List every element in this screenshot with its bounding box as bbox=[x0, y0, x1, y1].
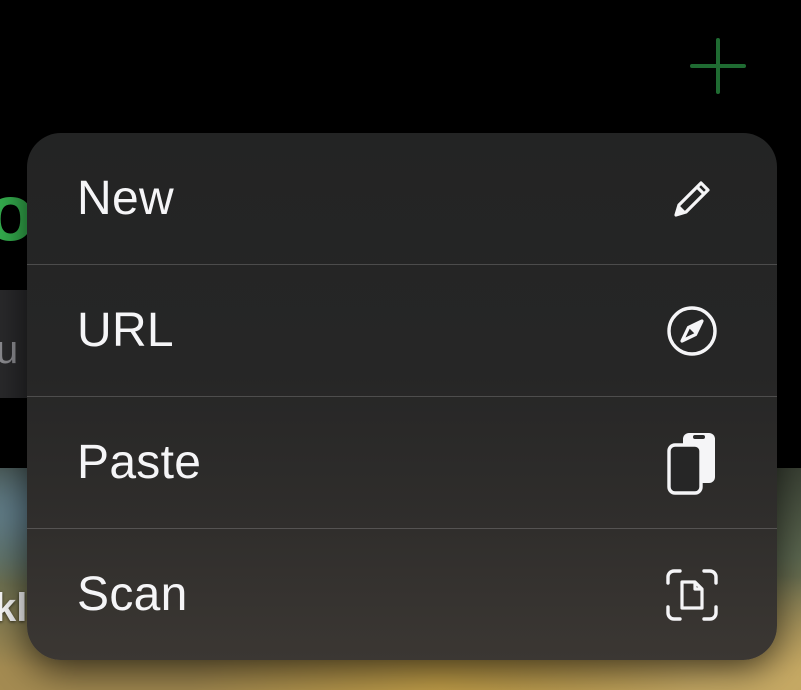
menu-item-scan[interactable]: Scan bbox=[27, 529, 777, 660]
compass-icon bbox=[665, 299, 719, 363]
menu-item-new[interactable]: New bbox=[27, 133, 777, 264]
menu-item-label: Scan bbox=[77, 567, 188, 621]
add-menu: New URL Paste Scan bbox=[27, 133, 777, 660]
menu-item-url[interactable]: URL bbox=[27, 265, 777, 396]
menu-item-label: New bbox=[77, 171, 174, 225]
document-scanner-icon bbox=[665, 563, 719, 627]
menu-item-label: Paste bbox=[77, 435, 202, 489]
menu-item-paste[interactable]: Paste bbox=[27, 397, 777, 528]
menu-item-label: URL bbox=[77, 303, 174, 357]
pencil-icon bbox=[665, 167, 719, 231]
recipe-caption-fragment: kl bbox=[0, 586, 28, 630]
add-icon[interactable] bbox=[690, 38, 746, 94]
clipboard-icon bbox=[665, 431, 719, 495]
search-placeholder-fragment: u bbox=[0, 328, 19, 372]
